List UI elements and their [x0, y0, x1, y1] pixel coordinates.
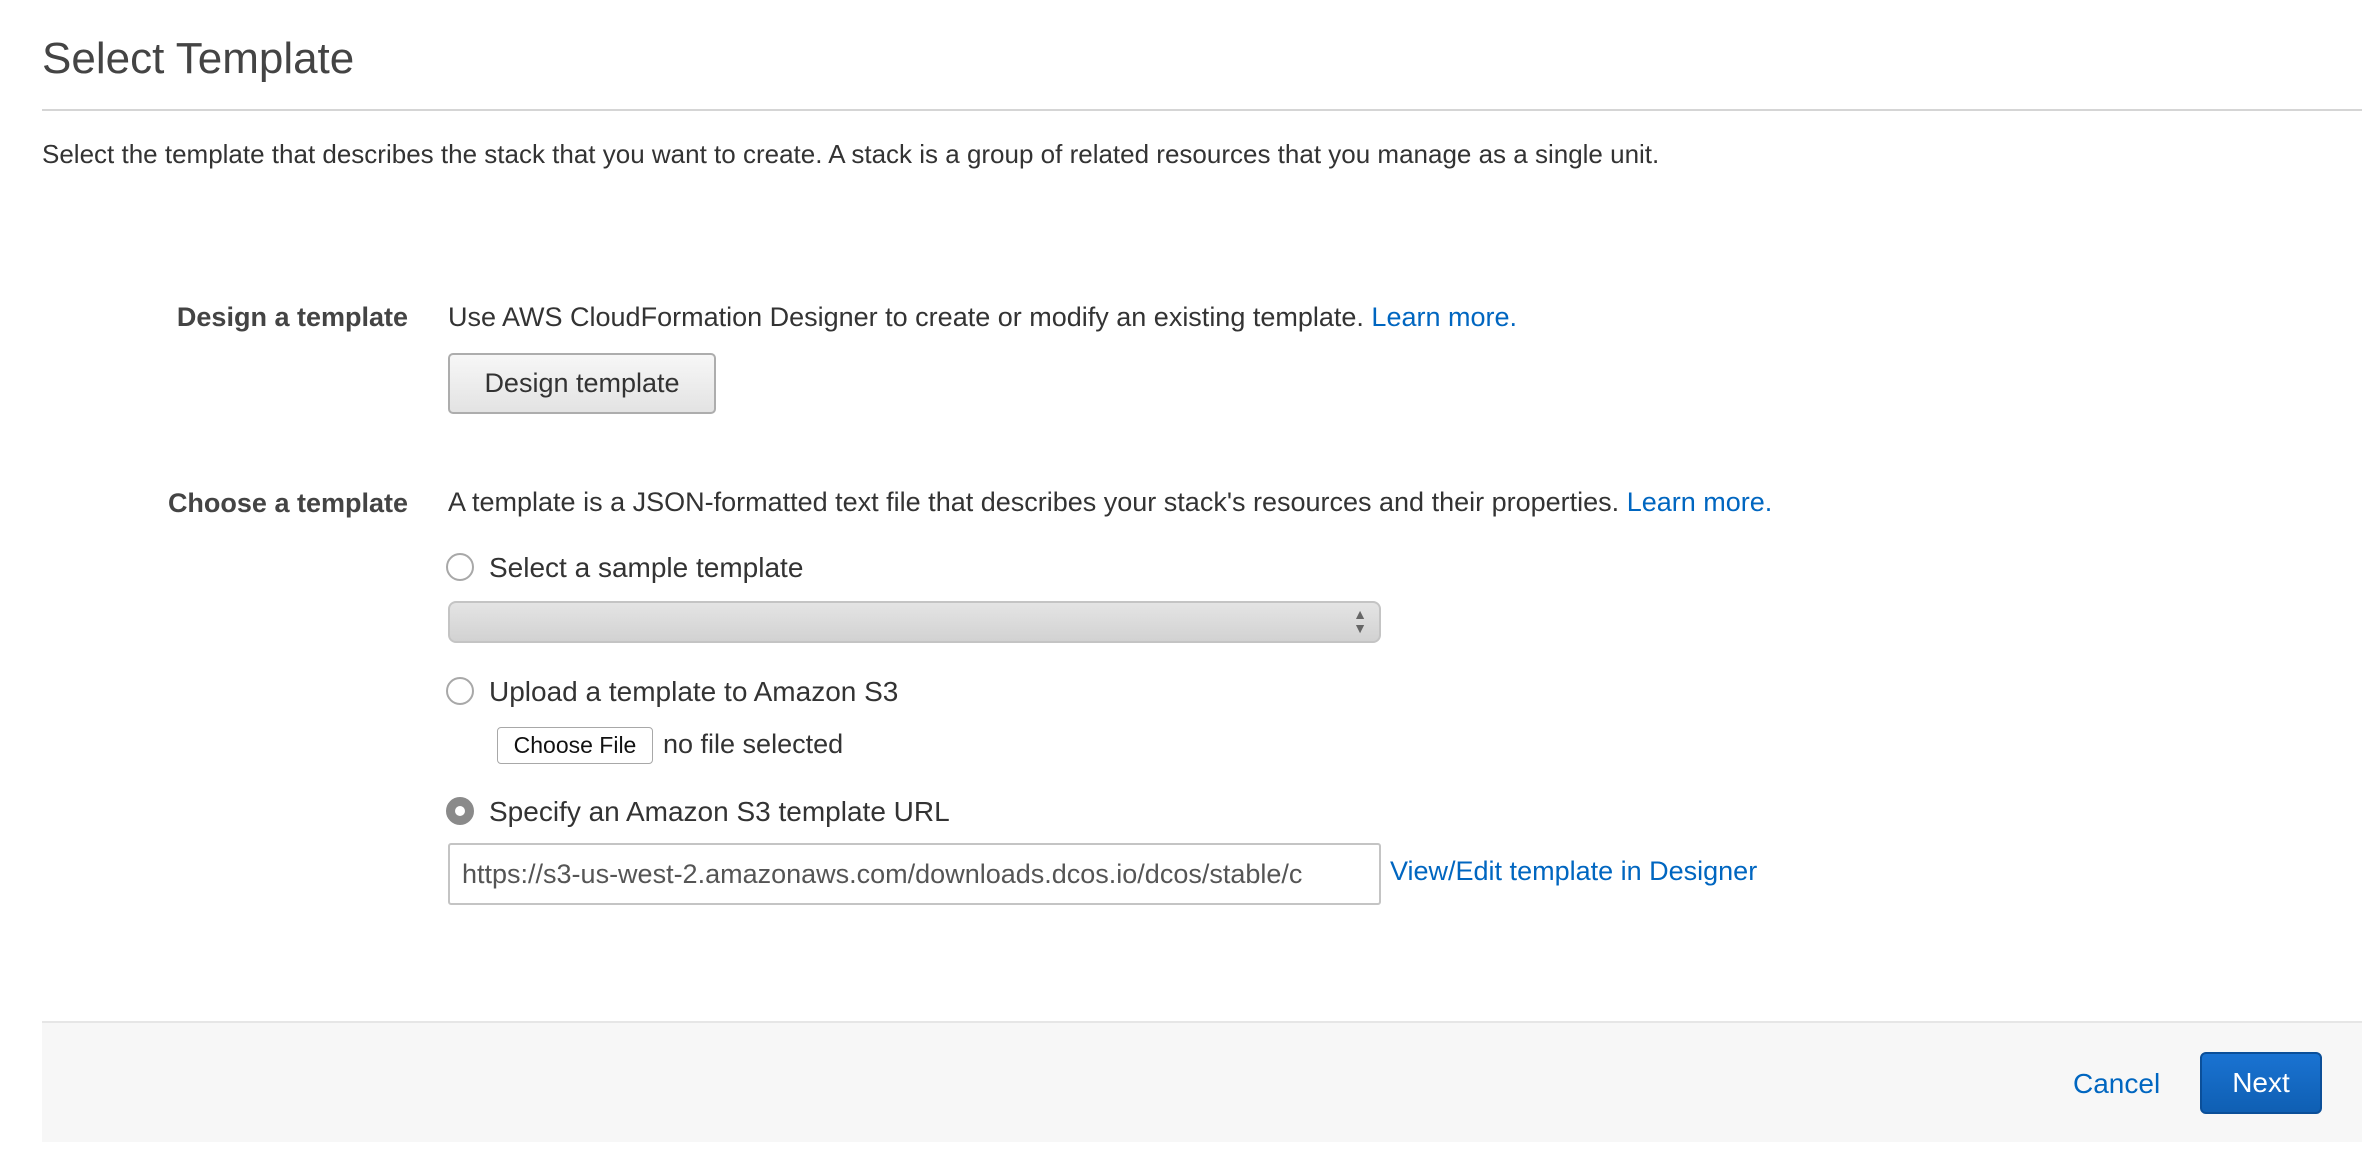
s3-url-radio[interactable]	[446, 797, 474, 825]
design-template-button[interactable]: Design template	[448, 353, 716, 414]
sample-template-radio[interactable]	[446, 553, 474, 581]
page-intro: Select the template that describes the s…	[42, 139, 1660, 169]
sample-template-select[interactable]: ▲ ▼	[448, 601, 1381, 643]
design-template-label: Design a template	[176, 302, 408, 332]
s3-url-radio-label[interactable]: Specify an Amazon S3 template URL	[489, 796, 950, 828]
updown-arrows-icon: ▲ ▼	[1353, 606, 1367, 636]
design-description-text: Use AWS CloudFormation Designer to creat…	[448, 302, 1364, 332]
next-button[interactable]: Next	[2200, 1052, 2322, 1114]
footer-bar	[42, 1021, 2362, 1142]
upload-template-radio-label[interactable]: Upload a template to Amazon S3	[489, 676, 898, 708]
choose-description-text: A template is a JSON-formatted text file…	[448, 487, 1620, 517]
view-edit-designer-link[interactable]: View/Edit template in Designer	[1390, 856, 1757, 887]
design-learn-more-link[interactable]: Learn more.	[1371, 302, 1517, 332]
sample-template-radio-label[interactable]: Select a sample template	[489, 552, 803, 584]
choose-template-label: Choose a template	[167, 488, 408, 518]
choose-template-description: A template is a JSON-formatted text file…	[448, 487, 1772, 518]
choose-learn-more-link[interactable]: Learn more.	[1627, 487, 1773, 517]
cancel-link[interactable]: Cancel	[2073, 1068, 2160, 1100]
page-title: Select Template	[42, 34, 355, 83]
select-template-page: Select Template Select the template that…	[0, 0, 2362, 1172]
title-divider	[42, 109, 2362, 111]
design-template-description: Use AWS CloudFormation Designer to creat…	[448, 302, 1517, 333]
file-status-text: no file selected	[663, 729, 844, 759]
choose-file-button[interactable]: Choose File	[497, 727, 653, 764]
s3-template-url-input[interactable]	[448, 843, 1381, 905]
upload-template-radio[interactable]	[446, 677, 474, 705]
